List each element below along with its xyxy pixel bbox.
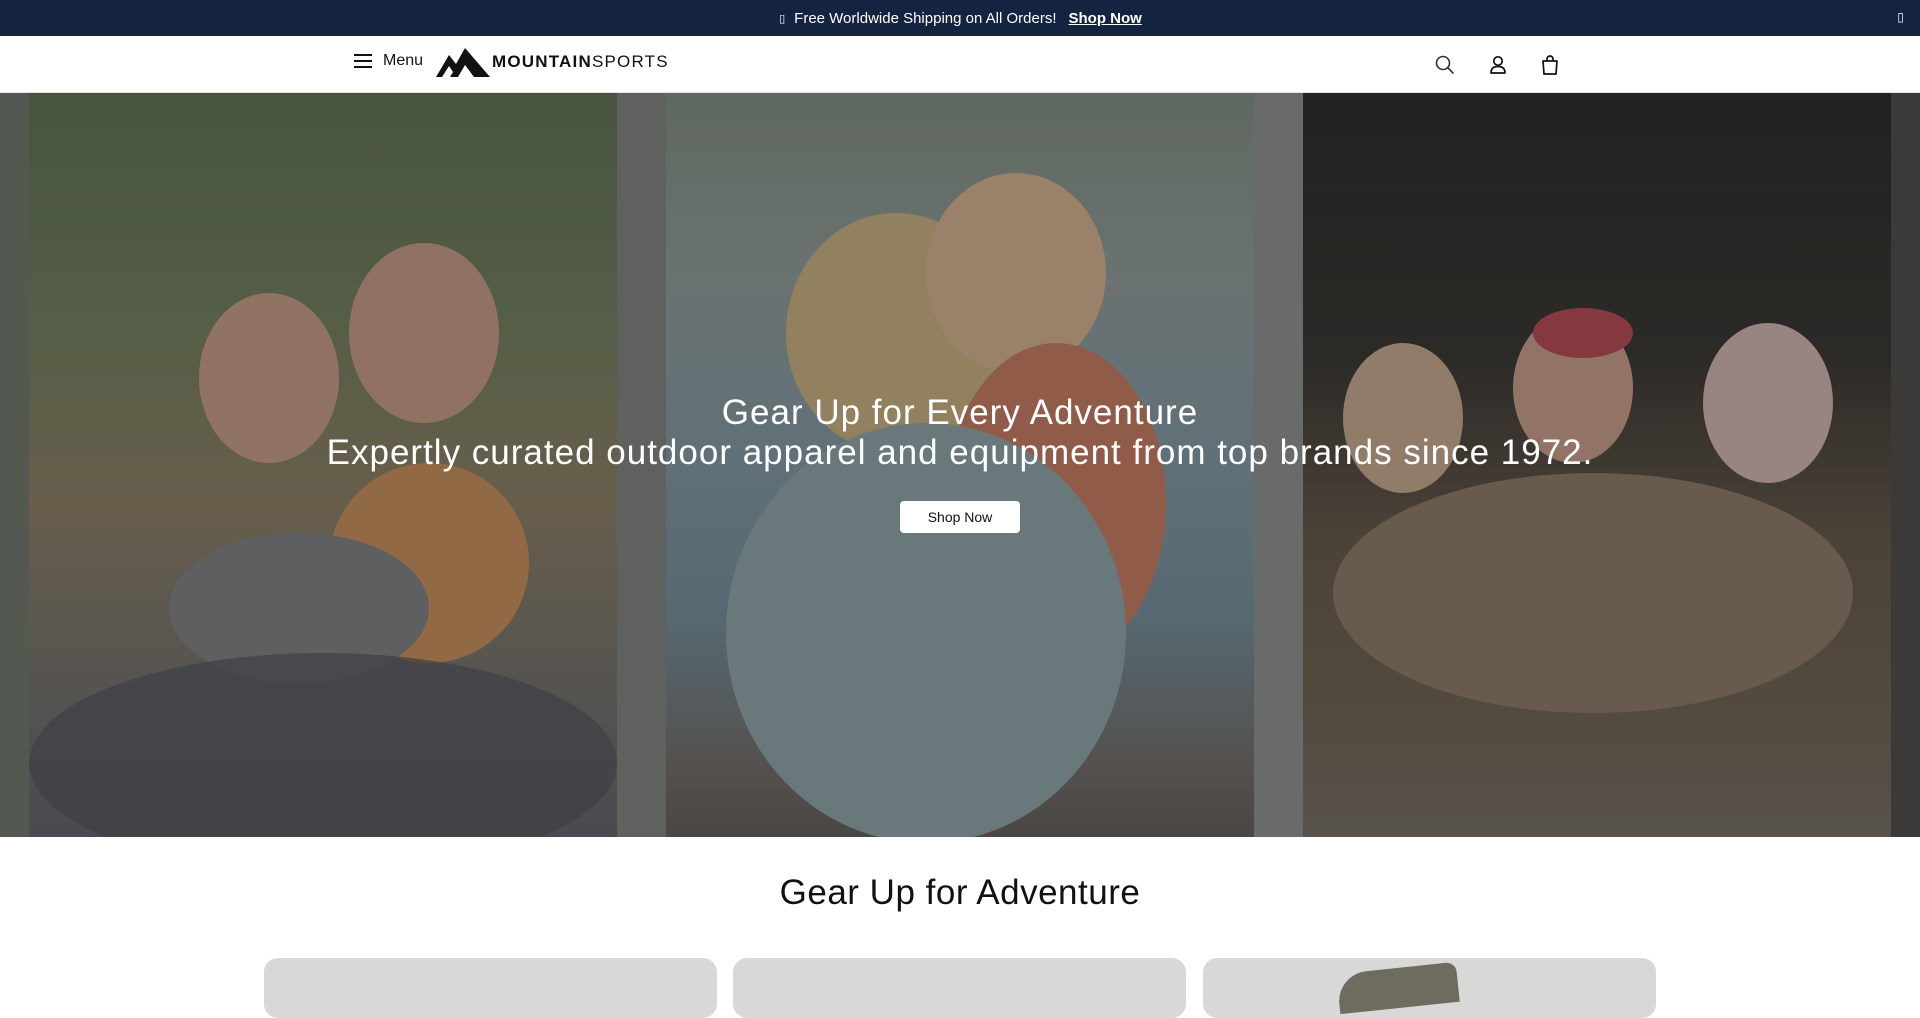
menu-button[interactable]: Menu: [353, 52, 423, 70]
menu-label: Menu: [383, 52, 424, 69]
hamburger-icon: [354, 54, 372, 68]
hero-title: Gear Up for Every Adventure: [721, 393, 1199, 432]
category-card[interactable]: [733, 958, 1186, 1018]
search-icon[interactable]: [1433, 53, 1457, 77]
hero-text: Gear Up for Every Adventure Expertly cur…: [0, 393, 1920, 473]
hero-shop-now-button[interactable]: Shop Now: [900, 501, 1020, 533]
mountain-logo-icon: [436, 48, 490, 77]
account-icon[interactable]: [1486, 53, 1510, 77]
missing-glyph-icon: ▯: [779, 12, 786, 25]
section-title: Gear Up for Adventure: [779, 873, 1141, 912]
hero-banner: Gear Up for Every Adventure Expertly cur…: [0, 93, 1920, 837]
logo-wordmark: MOUNTAINSPORTS: [492, 52, 669, 71]
category-card[interactable]: [1203, 958, 1656, 1018]
announcement-message: Free Worldwide Shipping on All Orders!: [794, 9, 1057, 27]
category-card[interactable]: [264, 958, 717, 1018]
announcement-message-wrap: ▯ Free Worldwide Shipping on All Orders!…: [778, 10, 1142, 27]
site-header: Menu MOUNTAINSPORTS: [0, 36, 1920, 93]
announcement-bar: ▯ Free Worldwide Shipping on All Orders!…: [0, 0, 1920, 36]
cart-icon[interactable]: [1538, 53, 1562, 77]
close-icon[interactable]: ▯: [1897, 10, 1904, 24]
announcement-shop-now-link[interactable]: Shop Now: [1069, 10, 1142, 27]
logo[interactable]: MOUNTAINSPORTS: [436, 46, 669, 78]
product-image-sock: [1336, 961, 1460, 1015]
hero-subtitle: Expertly curated outdoor apparel and equ…: [326, 433, 1594, 472]
